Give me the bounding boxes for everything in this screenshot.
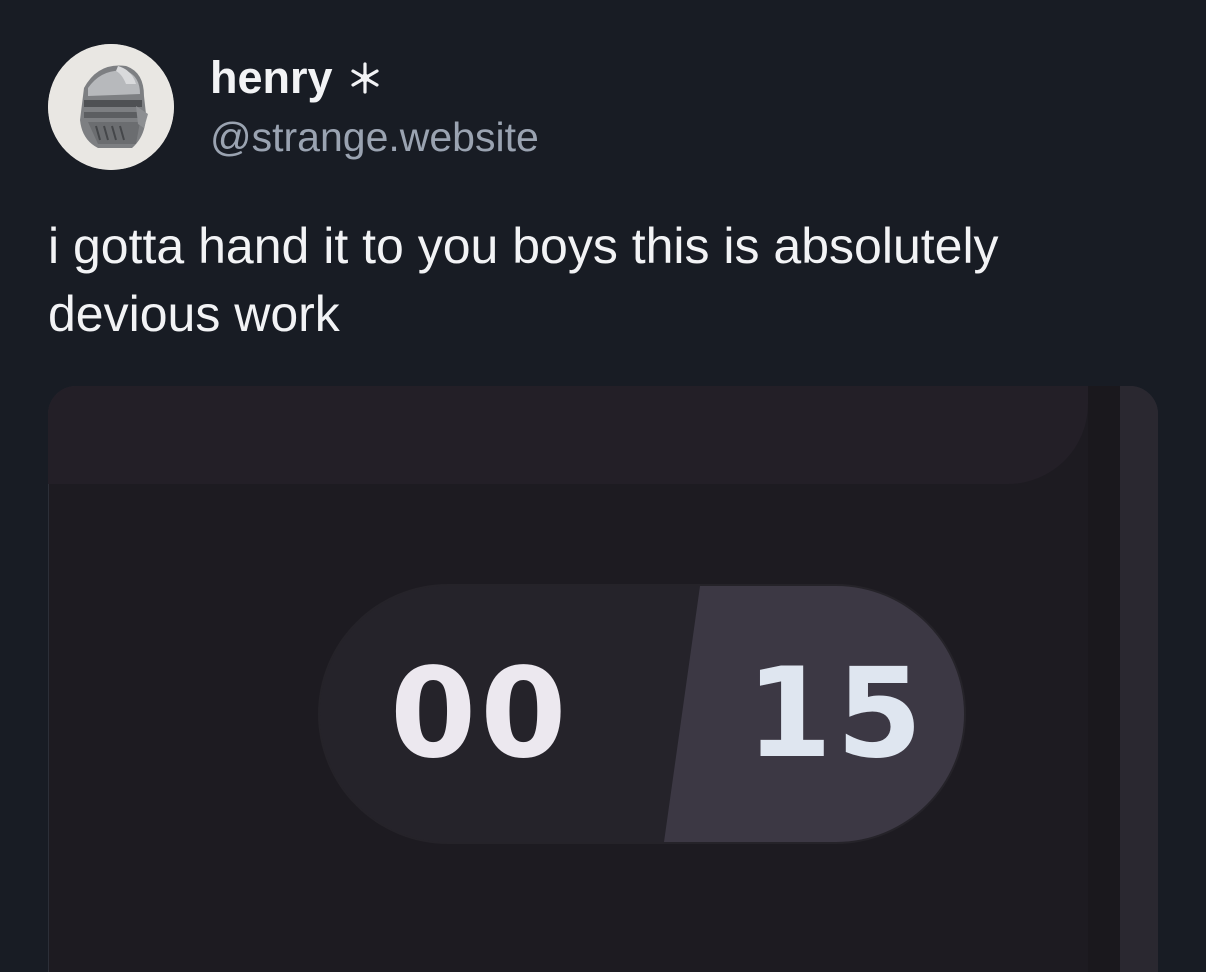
- post: henry @strange.website i gotta hand it t…: [0, 0, 1206, 972]
- display-name[interactable]: henry: [210, 48, 333, 108]
- author-row: henry: [210, 48, 381, 108]
- knight-helmet-icon: [48, 44, 174, 170]
- image-divider: [1088, 386, 1120, 972]
- image-scrollbar: [1120, 386, 1158, 972]
- timer-right-value: 15: [746, 642, 927, 786]
- asterisk-star-icon: [350, 62, 379, 94]
- timer-pill: 00 15: [320, 586, 964, 842]
- timer-left-value: 00: [390, 642, 571, 786]
- post-image[interactable]: 00 15: [48, 386, 1158, 972]
- post-text: i gotta hand it to you boys this is abso…: [48, 218, 999, 342]
- avatar[interactable]: [48, 44, 174, 170]
- image-top-panel: [48, 386, 1088, 484]
- user-handle[interactable]: @strange.website: [210, 110, 539, 164]
